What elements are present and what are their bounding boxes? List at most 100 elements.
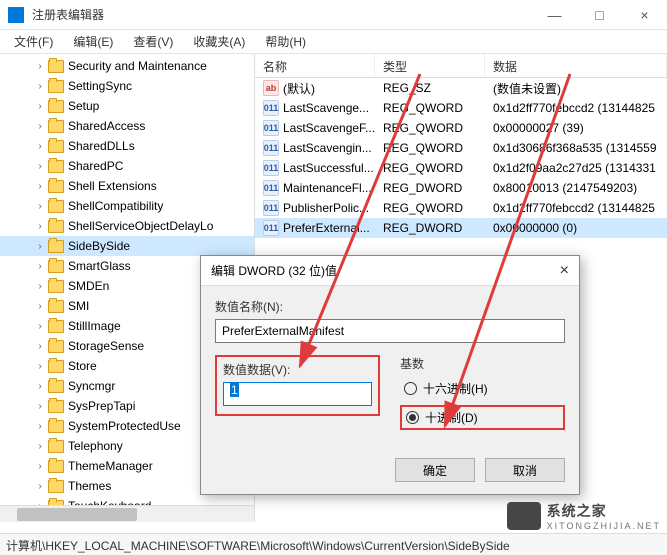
minimize-button[interactable]: — xyxy=(532,0,577,30)
expander-icon[interactable]: › xyxy=(34,201,46,212)
value-row[interactable]: ab(默认)REG_SZ(数值未设置) xyxy=(255,78,667,98)
maximize-button[interactable]: □ xyxy=(577,0,622,30)
cancel-button[interactable]: 取消 xyxy=(485,458,565,482)
value-row[interactable]: 011PublisherPolic...REG_QWORD0x1d2ff770f… xyxy=(255,198,667,218)
expander-icon[interactable]: › xyxy=(34,381,46,392)
radio-hex[interactable]: 十六进制(H) xyxy=(400,378,565,399)
expander-icon[interactable]: › xyxy=(34,261,46,272)
folder-icon xyxy=(48,180,64,193)
tree-item-label: SMI xyxy=(68,299,89,313)
dialog-titlebar[interactable]: 编辑 DWORD (32 位)值 × xyxy=(201,256,579,286)
value-data-text: 1 xyxy=(230,383,239,397)
expander-icon[interactable]: › xyxy=(34,281,46,292)
expander-icon[interactable]: › xyxy=(34,421,46,432)
tree-item-label: SettingSync xyxy=(68,79,132,93)
string-value-icon: ab xyxy=(263,80,279,96)
expander-icon[interactable]: › xyxy=(34,101,46,112)
value-name: PublisherPolic... xyxy=(283,201,369,215)
expander-icon[interactable]: › xyxy=(34,161,46,172)
radio-decimal[interactable]: 十进制(D) xyxy=(400,405,565,430)
tree-horizontal-scrollbar[interactable] xyxy=(0,505,254,522)
expander-icon[interactable]: › xyxy=(34,341,46,352)
value-data-input[interactable]: 1 xyxy=(223,382,372,406)
binary-value-icon: 011 xyxy=(263,180,279,196)
statusbar: 计算机\HKEY_LOCAL_MACHINE\SOFTWARE\Microsof… xyxy=(0,533,667,555)
scrollbar-thumb[interactable] xyxy=(17,508,137,521)
tree-item[interactable]: ›SharedAccess xyxy=(0,116,254,136)
tree-item[interactable]: › ShellCompatibility xyxy=(0,196,254,216)
menu-view[interactable]: 查看(V) xyxy=(123,31,183,52)
cell-data: 0x00000000 (0) xyxy=(485,221,667,235)
edit-dword-dialog: 编辑 DWORD (32 位)值 × 数值名称(N): 数值数据(V): 1 基… xyxy=(200,255,580,495)
value-row[interactable]: 011LastScavenge...REG_QWORD0x1d2ff770feb… xyxy=(255,98,667,118)
folder-icon xyxy=(48,200,64,213)
watermark: 系统之家 XITONGZHIJIA.NET xyxy=(507,501,661,531)
value-row[interactable]: 011LastSuccessful...REG_QWORD0x1d2f09aa2… xyxy=(255,158,667,178)
menu-file[interactable]: 文件(F) xyxy=(4,31,63,52)
cell-name: 011LastScavengeF... xyxy=(255,120,375,136)
tree-item-label: SMDEn xyxy=(68,279,109,293)
expander-icon[interactable]: › xyxy=(34,141,46,152)
watermark-icon xyxy=(507,502,541,530)
menu-edit[interactable]: 编辑(E) xyxy=(63,31,123,52)
expander-icon[interactable]: › xyxy=(34,241,46,252)
tree-item-label: SmartGlass xyxy=(68,259,131,273)
column-type[interactable]: 类型 xyxy=(375,54,485,77)
expander-icon[interactable]: › xyxy=(34,441,46,452)
tree-item[interactable]: ›SharedPC xyxy=(0,156,254,176)
expander-icon[interactable]: › xyxy=(34,121,46,132)
folder-icon xyxy=(48,160,64,173)
list-header: 名称 类型 数据 xyxy=(255,54,667,78)
expander-icon[interactable]: › xyxy=(34,221,46,232)
tree-item[interactable]: › ShellServiceObjectDelayLo xyxy=(0,216,254,236)
tree-item-label: Themes xyxy=(68,479,111,493)
cell-type: REG_SZ xyxy=(375,81,485,95)
expander-icon[interactable]: › xyxy=(34,81,46,92)
column-name[interactable]: 名称 xyxy=(255,54,375,77)
dialog-close-button[interactable]: × xyxy=(560,262,569,280)
value-name-input[interactable] xyxy=(215,319,565,343)
tree-item[interactable]: ›Shell Extensions xyxy=(0,176,254,196)
column-data[interactable]: 数据 xyxy=(485,54,667,77)
folder-icon xyxy=(48,380,64,393)
tree-item[interactable]: › SharedDLLs xyxy=(0,136,254,156)
tree-item[interactable]: › SideBySide xyxy=(0,236,254,256)
radio-decimal-label: 十进制(D) xyxy=(425,409,478,426)
value-row[interactable]: 011LastScavengeF...REG_QWORD0x00000027 (… xyxy=(255,118,667,138)
tree-item-label: ShellCompatibility xyxy=(68,199,163,213)
expander-icon[interactable]: › xyxy=(34,61,46,72)
cell-data: 0x80010013 (2147549203) xyxy=(485,181,667,195)
tree-item[interactable]: ›Security and Maintenance xyxy=(0,56,254,76)
tree-item[interactable]: ›Setup xyxy=(0,96,254,116)
value-name-label: 数值名称(N): xyxy=(215,298,565,315)
ok-button[interactable]: 确定 xyxy=(395,458,475,482)
expander-icon[interactable]: › xyxy=(34,321,46,332)
expander-icon[interactable]: › xyxy=(34,301,46,312)
value-row[interactable]: 011PreferExternal...REG_DWORD0x00000000 … xyxy=(255,218,667,238)
tree-item[interactable]: › SettingSync xyxy=(0,76,254,96)
tree-item-label: ShellServiceObjectDelayLo xyxy=(68,219,213,233)
value-row[interactable]: 011LastScavengin...REG_QWORD0x1d30686f36… xyxy=(255,138,667,158)
value-row[interactable]: 011 MaintenanceFl...REG_DWORD0x80010013 (… xyxy=(255,178,667,198)
cell-name: 011PreferExternal... xyxy=(255,220,375,236)
folder-icon xyxy=(48,260,64,273)
tree-item-label: SharedDLLs xyxy=(68,139,135,153)
close-button[interactable]: × xyxy=(622,0,667,30)
expander-icon[interactable]: › xyxy=(34,361,46,372)
expander-icon[interactable]: › xyxy=(34,481,46,492)
dialog-body: 数值名称(N): 数值数据(V): 1 基数 十六进制(H) 十进制(D) xyxy=(201,286,579,448)
expander-icon[interactable]: › xyxy=(34,181,46,192)
expander-icon[interactable]: › xyxy=(34,401,46,412)
expander-icon[interactable]: › xyxy=(34,461,46,472)
tree-item-label: SideBySide xyxy=(68,239,130,253)
cell-type: REG_DWORD xyxy=(375,181,485,195)
values-list[interactable]: ab(默认)REG_SZ(数值未设置)011LastScavenge...REG… xyxy=(255,78,667,238)
tree-item-label: SystemProtectedUse xyxy=(68,419,181,433)
value-name: LastScavengin... xyxy=(283,141,372,155)
menu-favorites[interactable]: 收藏夹(A) xyxy=(183,31,255,52)
folder-icon xyxy=(48,320,64,333)
value-name: MaintenanceFl... xyxy=(283,181,372,195)
menu-help[interactable]: 帮助(H) xyxy=(255,31,316,52)
watermark-text: 系统之家 xyxy=(547,501,661,521)
value-name: LastScavenge... xyxy=(283,101,369,115)
